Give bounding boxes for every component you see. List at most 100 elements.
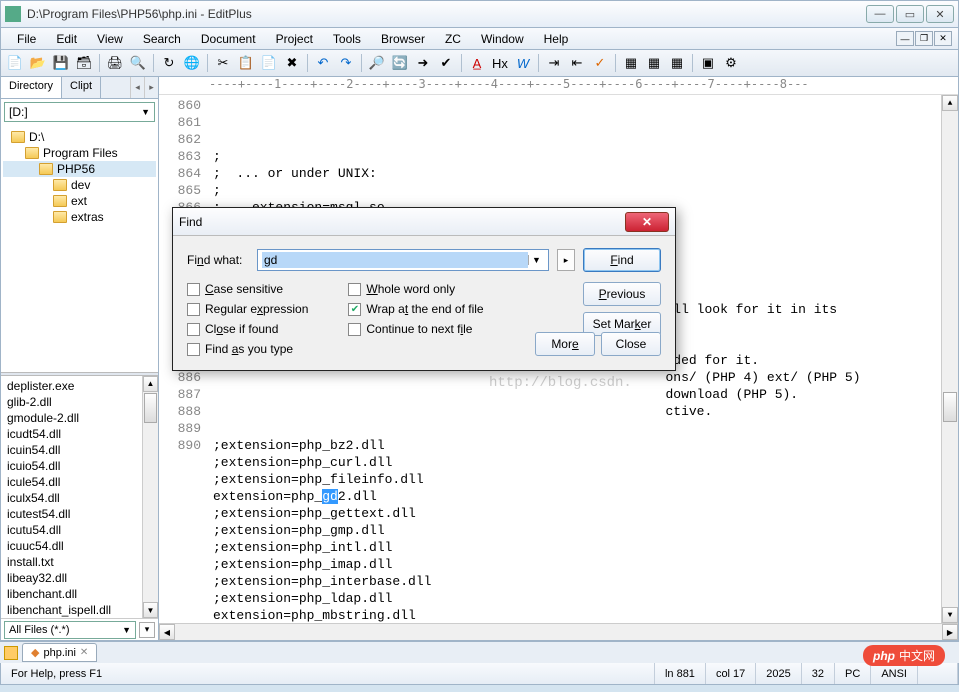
tab-scroll-right[interactable]: ▸ [144,77,158,98]
mdi-close[interactable]: ✕ [934,31,952,46]
delete-icon[interactable]: ✖ [282,53,302,73]
scroll-right-icon[interactable]: ▶ [942,624,958,640]
file-filter[interactable]: All Files (*.*) ▼ [4,621,136,639]
scroll-up-icon[interactable]: ▲ [942,95,958,111]
menu-project[interactable]: Project [266,30,323,48]
menu-window[interactable]: Window [471,30,534,48]
preview-icon[interactable]: 🔍 [128,53,148,73]
dialog-close-button[interactable]: ✕ [625,212,669,232]
opt-whole-word[interactable]: Whole word only [348,282,483,296]
folder-tree[interactable]: D:\Program FilesPHP56devextextras [1,125,158,372]
save-icon[interactable]: 💾 [51,53,71,73]
file-item[interactable]: icutest54.dll [3,506,156,522]
find-what-input[interactable] [262,252,528,268]
menu-view[interactable]: View [87,30,133,48]
panel2-icon[interactable]: ▦ [644,53,664,73]
file-item[interactable]: libenchant_ispell.dll [3,602,156,618]
dialog-titlebar[interactable]: Find ✕ [173,208,675,236]
opt-regex[interactable]: Regular expression [187,302,308,316]
menu-edit[interactable]: Edit [46,30,87,48]
tab-directory[interactable]: Directory [1,77,62,98]
panel3-icon[interactable]: ▦ [667,53,687,73]
menu-search[interactable]: Search [133,30,191,48]
scroll-down-icon[interactable]: ▼ [942,607,958,623]
mdi-restore[interactable]: ❐ [915,31,933,46]
open-icon[interactable]: 📂 [28,53,48,73]
print-icon[interactable]: 🖨 [105,53,125,73]
font-icon[interactable]: A̲ [467,53,487,73]
check-icon[interactable]: ✓ [590,53,610,73]
opt-wrap[interactable]: ✔Wrap at the end of file [348,302,483,316]
previous-button[interactable]: Previous [583,282,661,306]
opt-continue[interactable]: Continue to next file [348,322,483,336]
paste-icon[interactable]: 📄 [259,53,279,73]
save-all-icon[interactable]: 🗃 [74,53,94,73]
wrap-icon[interactable]: W [513,53,533,73]
explorer-icon[interactable] [4,646,18,660]
scroll-down-icon[interactable]: ▼ [143,602,158,618]
file-item[interactable]: libenchant.dll [3,586,156,602]
close-icon[interactable]: ✕ [80,647,88,658]
maximize-button[interactable]: ▭ [896,5,924,23]
spell-icon[interactable]: ✔ [436,53,456,73]
menu-help[interactable]: Help [534,30,579,48]
find-button[interactable]: Find [583,248,661,272]
reload-icon[interactable]: ↻ [159,53,179,73]
drive-selector[interactable]: [D:] ▼ [4,102,155,122]
goto-icon[interactable]: ➜ [413,53,433,73]
opt-find-as-type[interactable]: Find as you type [187,342,308,356]
new-file-icon[interactable]: 📄 [5,53,25,73]
file-item[interactable]: icuin54.dll [3,442,156,458]
tree-item[interactable]: D:\ [3,129,156,145]
tab-scroll-left[interactable]: ◂ [130,77,144,98]
tree-item[interactable]: PHP56 [3,161,156,177]
minimize-button[interactable]: — [866,5,894,23]
menu-document[interactable]: Document [191,30,266,48]
close-button[interactable]: ✕ [926,5,954,23]
file-item[interactable]: install.txt [3,554,156,570]
editor-hscrollbar[interactable]: ◀ ▶ [159,623,958,640]
find-history-button[interactable]: ▸ [557,249,575,271]
file-item[interactable]: icudt54.dll [3,426,156,442]
replace-icon[interactable]: 🔄 [390,53,410,73]
settings-icon[interactable]: ⚙ [721,53,741,73]
close-button[interactable]: Close [601,332,661,356]
doc-tab-phpini[interactable]: ◆ php.ini ✕ [22,643,97,662]
menu-file[interactable]: File [7,30,46,48]
filter-menu-button[interactable]: ▾ [139,622,155,638]
more-button[interactable]: More [535,332,595,356]
opt-close-if-found[interactable]: Close if found [187,322,308,336]
indent-icon[interactable]: ⇥ [544,53,564,73]
editor-vscrollbar[interactable]: ▲ ▼ [941,95,958,623]
file-item[interactable]: gmodule-2.dll [3,410,156,426]
outdent-icon[interactable]: ⇤ [567,53,587,73]
panel1-icon[interactable]: ▦ [621,53,641,73]
menu-zc[interactable]: ZC [435,30,471,48]
tree-item[interactable]: dev [3,177,156,193]
tab-cliptext[interactable]: Clipt [62,77,101,98]
scroll-thumb[interactable] [144,393,157,423]
find-icon[interactable]: 🔎 [367,53,387,73]
file-item[interactable]: icuuc54.dll [3,538,156,554]
opt-case-sensitive[interactable]: Case sensitive [187,282,308,296]
file-item[interactable]: libenchant_myspell.d [3,618,156,619]
file-list[interactable]: deplister.exeglib-2.dllgmodule-2.dllicud… [1,376,158,619]
file-item[interactable]: iculx54.dll [3,490,156,506]
scroll-left-icon[interactable]: ◀ [159,624,175,640]
undo-icon[interactable]: ↶ [313,53,333,73]
file-item[interactable]: icule54.dll [3,474,156,490]
scroll-thumb[interactable] [943,392,957,422]
tree-item[interactable]: Program Files [3,145,156,161]
chevron-down-icon[interactable]: ▼ [528,255,544,265]
browser-icon[interactable]: 🌐 [182,53,202,73]
terminal-icon[interactable]: ▣ [698,53,718,73]
file-item[interactable]: libeay32.dll [3,570,156,586]
file-item[interactable]: deplister.exe [3,378,156,394]
cut-icon[interactable]: ✂ [213,53,233,73]
filelist-scrollbar[interactable]: ▲ ▼ [142,376,158,619]
menu-browser[interactable]: Browser [371,30,435,48]
copy-icon[interactable]: 📋 [236,53,256,73]
file-item[interactable]: icuio54.dll [3,458,156,474]
scroll-up-icon[interactable]: ▲ [143,376,158,392]
menu-tools[interactable]: Tools [323,30,371,48]
